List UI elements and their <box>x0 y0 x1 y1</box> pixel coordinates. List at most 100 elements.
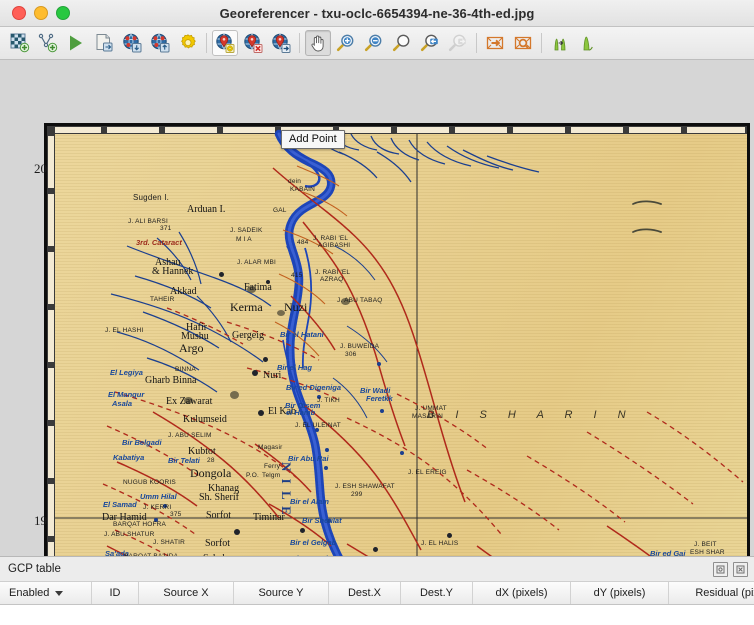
gcp-column-header[interactable]: ID <box>92 582 139 604</box>
float-panel-button[interactable] <box>713 562 728 577</box>
map-place-label: Kulumseid <box>183 414 227 425</box>
map-place-label: dein <box>288 178 301 185</box>
map-place-label: Magasir <box>258 444 283 451</box>
gcp-column-label: Residual (pixels) <box>695 587 754 599</box>
map-place-label: Asala <box>112 399 132 408</box>
map-place-label: J. ESH SHAWAFAT <box>335 483 395 490</box>
toolbar-separator <box>206 33 207 53</box>
gcp-column-header[interactable]: Dest.X <box>329 582 401 604</box>
generate-gdal-script-button[interactable] <box>91 30 117 56</box>
map-place-label: Timinar <box>253 512 285 523</box>
window-controls <box>0 6 70 20</box>
map-place-label: J. ABU SELIM <box>168 432 212 439</box>
map-place-label: Fatima <box>244 282 272 293</box>
pan-button[interactable] <box>305 30 331 56</box>
zoom-in-button[interactable] <box>333 30 359 56</box>
map-place-label: BINNA <box>175 366 196 373</box>
sort-caret-icon <box>55 591 63 596</box>
close-icon <box>736 565 745 574</box>
start-georeferencing-button[interactable] <box>35 30 61 56</box>
gcp-column-header[interactable]: Dest.Y <box>401 582 473 604</box>
gcp-table-body[interactable] <box>0 605 754 625</box>
gcp-column-header[interactable]: Residual (pixels) <box>669 582 754 604</box>
zoom-next-button[interactable] <box>445 30 471 56</box>
gcp-column-header[interactable]: dY (pixels) <box>571 582 669 604</box>
map-place-label: AZRAQ <box>320 276 343 283</box>
move-point-icon <box>273 34 290 52</box>
toolbar-separator <box>299 33 300 53</box>
load-gcp-points-button[interactable] <box>119 30 145 56</box>
map-place-label: J. EL HALIS <box>421 540 458 547</box>
map-place-label: Bir Belgadi <box>122 438 162 447</box>
close-window-button[interactable] <box>12 6 26 20</box>
map-place-label: J. BUWEIDA <box>340 343 379 350</box>
gcp-column-header[interactable]: Source Y <box>234 582 329 604</box>
add-point-tooltip: Add Point <box>281 130 345 149</box>
map-place-label: Argo <box>179 341 203 356</box>
zoom-last-button[interactable] <box>417 30 443 56</box>
map-place-label: Bir el Hag <box>277 363 312 372</box>
minimize-window-button[interactable] <box>34 6 48 20</box>
link-qgis-to-georeferencer-button[interactable] <box>510 30 536 56</box>
map-place-label: Bir Abu Rai <box>288 454 329 463</box>
add-point-button[interactable] <box>212 30 238 56</box>
map-place-label: ESH SHAR <box>690 549 725 556</box>
gcp-column-header[interactable]: Enabled <box>0 582 92 604</box>
map-place-label: J. EL ULEINAT <box>295 422 341 429</box>
map-place-label: El Legiya <box>110 368 143 377</box>
window-title: Georeferencer - txu-oclc-6654394-ne-36-4… <box>0 6 754 21</box>
gcp-column-header[interactable]: Source X <box>139 582 234 604</box>
map-place-label: NUGUB KOORIS <box>123 479 176 486</box>
link-georeferencer-to-qgis-button[interactable] <box>482 30 508 56</box>
map-place-label: Bir ed Gai <box>650 549 685 556</box>
save-gcp-points-button[interactable] <box>147 30 173 56</box>
map-place-label: Ex Zawarat <box>166 396 212 407</box>
gcp-table[interactable]: EnabledID Source X Source YDest.XDest.YdX … <box>0 581 754 625</box>
map-place-label: P.O. <box>246 472 259 479</box>
zoom-layer-icon <box>394 35 409 50</box>
map-place-label: J. ABU SHATUR <box>104 531 155 538</box>
map-place-label: Bir Telati <box>168 456 200 465</box>
delete-point-button[interactable] <box>240 30 266 56</box>
georeferenced-raster-image[interactable]: B I S H A R I N N I L E <box>47 126 747 556</box>
link-qgis-icon <box>516 38 531 49</box>
map-place-label: TAHEIR <box>150 296 175 303</box>
gcp-table-header-row: EnabledID Source X Source YDest.XDest.YdX … <box>0 582 754 605</box>
move-gcp-point-button[interactable] <box>268 30 294 56</box>
zoom-to-layer-button[interactable] <box>389 30 415 56</box>
map-place-label: 3rd. Cataract <box>136 238 182 247</box>
zoom-next-icon <box>450 35 466 50</box>
map-place-label: J. SADEIK <box>230 227 263 234</box>
river-label-nile: N I L E <box>278 462 294 517</box>
map-place-label: Sahaba <box>203 553 232 556</box>
local-histogram-stretch-button[interactable] <box>575 30 601 56</box>
map-place-label: 375 <box>170 511 181 518</box>
map-place-label: 371 <box>160 225 171 232</box>
open-raster-button[interactable] <box>7 30 33 56</box>
play-icon <box>70 36 82 51</box>
histogram-local-icon <box>584 37 592 50</box>
map-place-label: Arduan I. <box>187 204 225 215</box>
full-histogram-stretch-button[interactable] <box>547 30 573 56</box>
run-button[interactable] <box>63 30 89 56</box>
map-place-label: 415 <box>291 272 302 279</box>
gcp-column-label: Source X <box>163 587 208 599</box>
float-icon <box>716 565 725 574</box>
map-place-label: Umm Hilal <box>140 492 177 501</box>
map-place-label: Sugden I. <box>133 193 169 202</box>
close-panel-button[interactable] <box>733 562 748 577</box>
map-place-label: 28 <box>207 457 215 464</box>
map-place-label: & Hannek <box>152 266 193 277</box>
toolbar-separator <box>541 33 542 53</box>
zoom-window-button[interactable] <box>56 6 70 20</box>
zoom-out-button[interactable] <box>361 30 387 56</box>
gcp-column-header[interactable]: dX (pixels) <box>473 582 571 604</box>
transformation-settings-button[interactable] <box>175 30 201 56</box>
map-canvas-area[interactable]: 30°00′ 31°00′ 20°00′ 19°00′ <box>0 60 754 556</box>
map-place-label: J. TIKH <box>317 397 340 404</box>
script-icon <box>97 35 112 52</box>
map-canvas[interactable]: 30°00′ 31°00′ 20°00′ 19°00′ <box>0 60 754 556</box>
map-place-label: J. ALAR MBI <box>237 259 276 266</box>
main-toolbar <box>0 27 754 60</box>
map-place-label: J. ABU TABAQ <box>337 297 383 304</box>
